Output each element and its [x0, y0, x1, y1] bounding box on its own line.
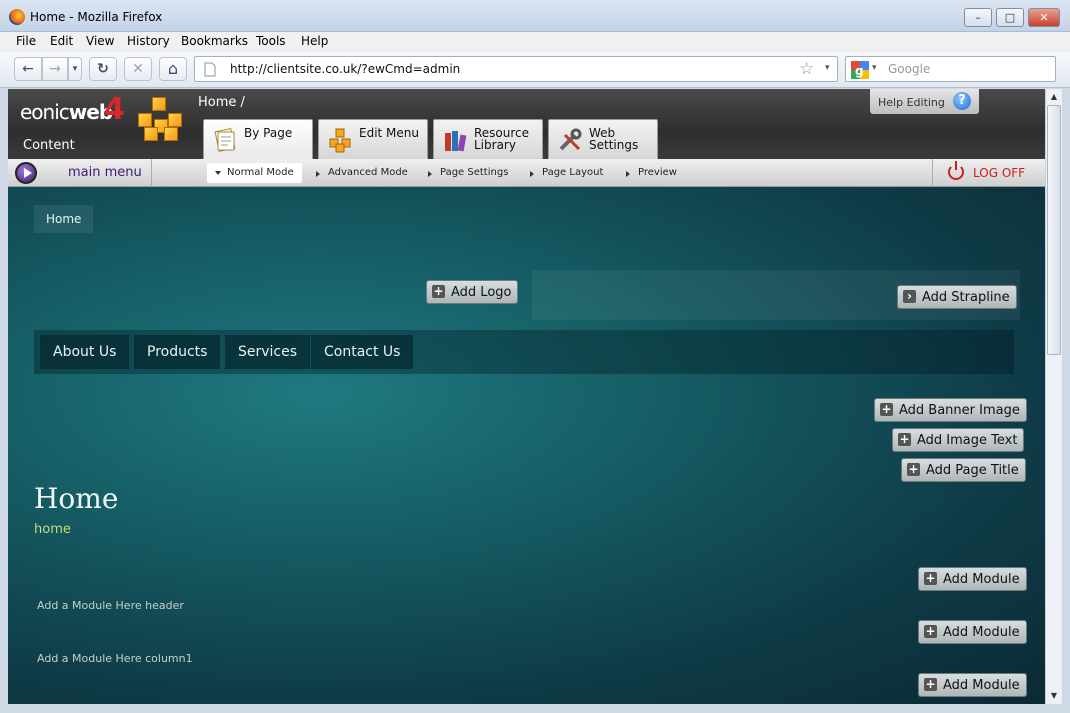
log-off-button[interactable]: LOG OFF	[932, 159, 1045, 187]
menu-view[interactable]: View	[86, 34, 114, 48]
google-icon[interactable]: g	[851, 61, 869, 79]
mode-page-settings[interactable]: Page Settings	[420, 163, 516, 183]
add-module-button[interactable]: + Add Module	[918, 673, 1027, 697]
add-page-title-button[interactable]: + Add Page Title	[901, 458, 1026, 482]
tools-icon	[559, 128, 582, 151]
reload-button[interactable]: ↻	[89, 57, 117, 81]
menu-cubes-icon	[329, 128, 351, 153]
nav-products[interactable]: Products	[134, 335, 221, 369]
menu-tools[interactable]: Tools	[256, 34, 286, 48]
tab-web-settings[interactable]: Web Settings	[548, 119, 658, 159]
add-banner-image-button[interactable]: + Add Banner Image	[874, 398, 1027, 422]
menu-bookmarks[interactable]: Bookmarks	[181, 34, 248, 48]
minimize-button[interactable]: –	[964, 8, 992, 27]
plus-icon: +	[907, 462, 920, 476]
site-breadcrumb[interactable]: Home	[34, 205, 94, 233]
help-editing-button[interactable]: Help Editing ?	[870, 89, 979, 114]
mode-page-layout[interactable]: Page Layout	[522, 163, 611, 183]
site-preview: Home + Add Logo › Add Strapline About Us…	[8, 187, 1045, 704]
menu-help[interactable]: Help	[301, 34, 328, 48]
plus-icon: +	[924, 624, 937, 638]
power-icon	[948, 161, 964, 180]
mode-advanced[interactable]: Advanced Mode	[308, 163, 416, 183]
navigation-toolbar: ← → ▾ ↻ ✕ ⌂ http://clientsite.co.uk/?ewC…	[0, 52, 1070, 88]
nav-contact-us[interactable]: Contact Us	[311, 335, 414, 369]
plus-icon: +	[924, 677, 937, 691]
close-button[interactable]: ✕	[1028, 8, 1060, 27]
window-frame-bottom	[0, 704, 1070, 713]
site-nav: About Us Products Services Contact Us	[34, 330, 1014, 374]
scroll-up-arrow[interactable]: ▲	[1046, 89, 1062, 105]
plus-icon: +	[898, 432, 911, 446]
tab-edit-menu[interactable]: Edit Menu	[318, 119, 428, 159]
firefox-icon	[9, 9, 25, 25]
books-icon	[445, 131, 467, 152]
add-module-header-button[interactable]: + Add Module	[918, 567, 1027, 591]
window-titlebar: Home - Mozilla Firefox – □ ✕	[0, 0, 1070, 32]
url-text: http://clientsite.co.uk/?ewCmd=admin	[230, 62, 461, 76]
add-image-text-button[interactable]: + Add Image Text	[892, 428, 1025, 452]
home-button[interactable]: ⌂	[159, 57, 187, 81]
menu-file[interactable]: File	[16, 34, 36, 48]
mode-preview[interactable]: Preview	[618, 163, 685, 183]
cubes-icon	[136, 97, 184, 143]
mode-normal[interactable]: Normal Mode	[207, 163, 302, 183]
page-subtitle: home	[34, 522, 71, 537]
admin-breadcrumb: Home /	[198, 95, 245, 110]
stop-button[interactable]: ✕	[124, 57, 152, 81]
admin-subbar: main menu Normal Mode Advanced Mode Page…	[8, 159, 1045, 187]
search-placeholder: Google	[888, 62, 931, 76]
menu-history[interactable]: History	[127, 34, 170, 48]
plus-icon: +	[432, 284, 445, 298]
add-logo-button[interactable]: + Add Logo	[426, 280, 519, 304]
main-menu-button[interactable]: main menu	[8, 159, 152, 187]
back-button[interactable]: ←	[14, 57, 42, 81]
add-module-column1-button[interactable]: + Add Module	[918, 620, 1027, 644]
module-header-label: Add a Module Here header	[37, 599, 184, 612]
menu-edit[interactable]: Edit	[50, 34, 73, 48]
plus-icon: +	[924, 571, 937, 585]
tab-resource-library[interactable]: Resource Library	[433, 119, 543, 159]
history-dropdown[interactable]: ▾	[68, 57, 82, 81]
menu-bar: File Edit View History Bookmarks Tools H…	[0, 32, 1070, 52]
admin-header: eonicweb 4 Content Home / Help Editing ?	[8, 89, 1045, 159]
play-icon	[15, 162, 37, 184]
page-icon	[204, 62, 216, 77]
page-title: Home	[34, 482, 119, 515]
pages-icon	[214, 127, 236, 153]
window-title: Home - Mozilla Firefox	[30, 10, 163, 24]
page-viewport: eonicweb 4 Content Home / Help Editing ?	[8, 89, 1045, 704]
search-engine-dropdown[interactable]: ▾	[872, 63, 877, 73]
url-bar[interactable]: http://clientsite.co.uk/?ewCmd=admin ☆ ▾	[194, 56, 838, 82]
help-icon: ?	[953, 92, 971, 110]
svg-text:g: g	[855, 64, 864, 78]
forward-button[interactable]: →	[42, 57, 68, 81]
window-frame-right	[1062, 89, 1070, 713]
plus-icon: +	[880, 402, 893, 416]
add-strapline-button[interactable]: › Add Strapline	[897, 285, 1017, 309]
nav-about-us[interactable]: About Us	[40, 335, 130, 369]
scroll-thumb[interactable]	[1047, 105, 1061, 355]
module-column1-label: Add a Module Here column1	[37, 652, 193, 665]
tab-by-page[interactable]: By Page	[203, 119, 313, 159]
url-dropdown[interactable]: ▾	[825, 63, 830, 73]
search-box[interactable]: g ▾ Google	[845, 56, 1056, 82]
nav-services[interactable]: Services	[225, 335, 311, 369]
vertical-scrollbar[interactable]: ▲ ▼	[1045, 89, 1062, 704]
scroll-down-arrow[interactable]: ▼	[1046, 688, 1062, 704]
maximize-button[interactable]: □	[996, 8, 1024, 27]
arrow-right-icon: ›	[903, 290, 916, 303]
logo-subtitle: Content	[23, 138, 75, 153]
bookmark-star-icon[interactable]: ☆	[799, 59, 814, 79]
